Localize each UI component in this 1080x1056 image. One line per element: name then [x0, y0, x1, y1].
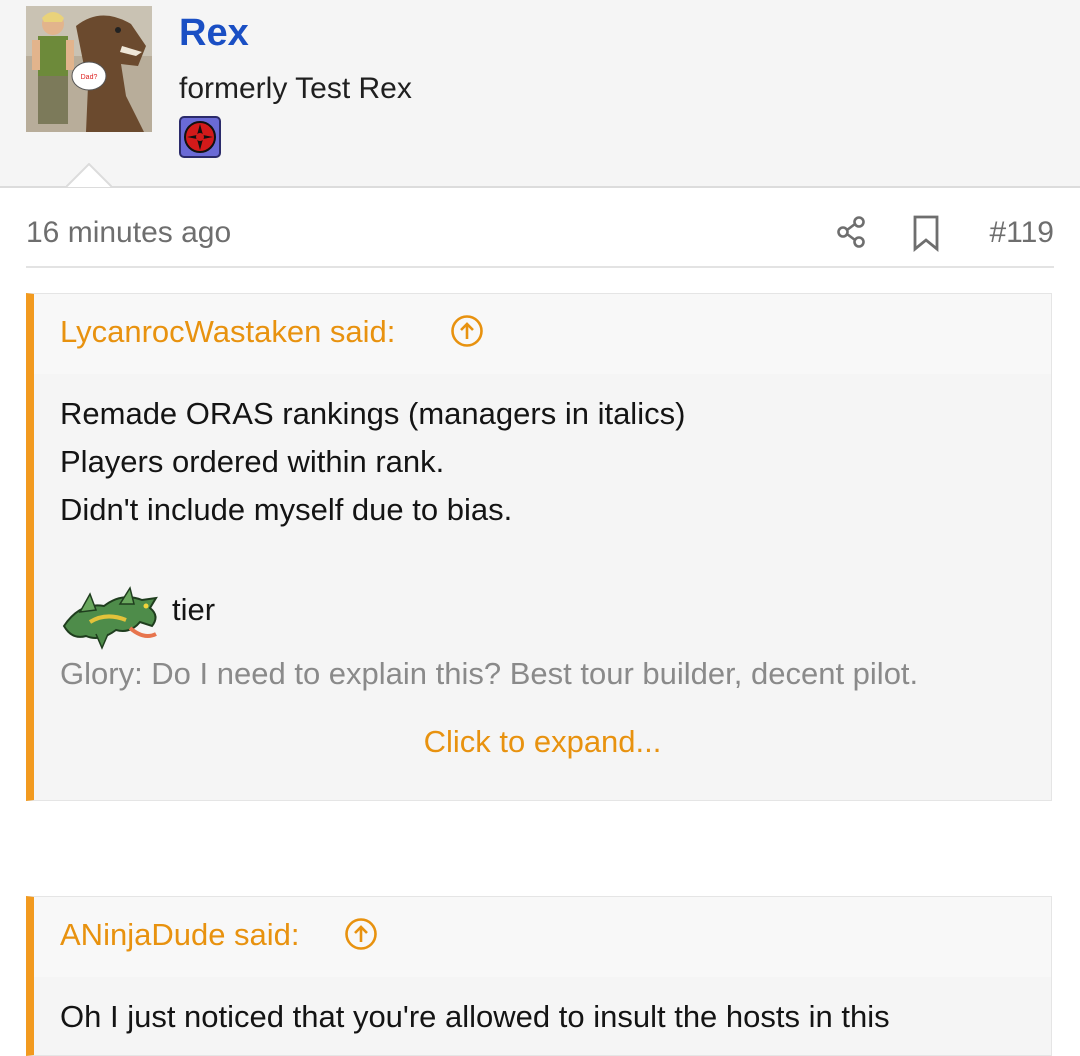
quote-block: LycanrocWastaken said: Remade ORAS ranki… [26, 293, 1052, 801]
quote-content: Remade ORAS rankings (managers in italic… [34, 374, 1051, 766]
arrow-up-circle-icon[interactable] [450, 314, 484, 348]
rayquaza-sprite-icon [60, 582, 162, 652]
quote-author[interactable]: LycanrocWastaken said: [60, 314, 395, 350]
quote-block: ANinjaDude said: Oh I just noticed that … [26, 896, 1052, 1056]
share-icon[interactable] [834, 214, 870, 250]
user-header: Dad? Rex formerly Test Rex [0, 0, 1080, 188]
arrow-up-circle-icon[interactable] [344, 917, 378, 951]
post-number-link[interactable]: #119 [989, 216, 1054, 250]
avatar-caption: Dad? [81, 74, 98, 81]
bookmark-icon[interactable] [908, 214, 944, 252]
quote-faded-line: Glory: Do I need to explain this? Best t… [60, 656, 919, 691]
quote-header: LycanrocWastaken said: [34, 294, 1051, 374]
quote-line: Didn't include myself due to bias. [60, 492, 513, 527]
tier-label: tier [172, 592, 216, 627]
quote-header: ANinjaDude said: [34, 897, 1051, 977]
quote-author[interactable]: ANinjaDude said: [60, 917, 300, 953]
quote-content: Oh I just noticed that you're allowed to… [34, 977, 1051, 1041]
tier-row: tier [60, 582, 1025, 656]
quote-line: Players ordered within rank. [60, 444, 445, 479]
quote-line: Oh I just noticed that you're allowed to… [60, 999, 890, 1034]
quote-line: Remade ORAS rankings (managers in italic… [60, 396, 686, 431]
username-link[interactable]: Rex [179, 12, 249, 55]
user-title: formerly Test Rex [179, 72, 412, 105]
post-attribution: 16 minutes ago #119 [26, 200, 1054, 268]
click-to-expand-link[interactable]: Click to expand... [60, 718, 1025, 766]
team-badge-icon [179, 116, 221, 158]
post-timestamp[interactable]: 16 minutes ago [26, 216, 231, 250]
user-avatar[interactable]: Dad? [26, 6, 152, 132]
